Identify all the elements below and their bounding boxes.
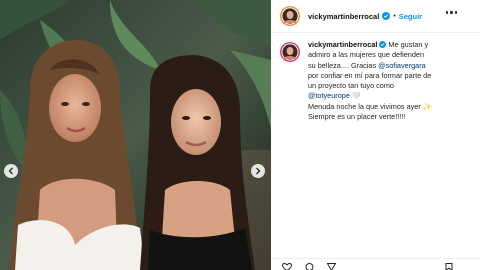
caption-line: admiro a las mujeres que defienden (308, 50, 425, 60)
verified-icon (379, 41, 387, 48)
verified-icon (382, 12, 391, 20)
comment-icon[interactable] (305, 263, 314, 270)
more-options-icon[interactable] (445, 11, 457, 14)
caption-line: Me gustan y (388, 40, 429, 49)
caption-line: Siempre es un placer verte!!!!! (308, 112, 406, 122)
chevron-right-icon (256, 167, 261, 175)
caption-avatar[interactable] (280, 42, 300, 62)
share-icon[interactable] (327, 263, 336, 270)
caption-line: su belleza.... Gracias (308, 60, 377, 70)
heart-icon[interactable] (282, 263, 292, 270)
post-image (0, 0, 271, 270)
caption-text: vickymartinberrocal Me gustan y admiro a… (308, 40, 475, 122)
carousel-prev-button[interactable] (4, 164, 18, 178)
caption-username[interactable]: vickymartinberrocal (308, 40, 377, 49)
action-bar (271, 258, 480, 270)
chevron-left-icon (8, 167, 13, 175)
carousel-next-button[interactable] (251, 164, 265, 178)
bookmark-icon[interactable] (445, 263, 453, 270)
separator-dot: • (393, 12, 396, 20)
mention-link[interactable]: @totyeurope (308, 91, 350, 100)
post-photo (0, 0, 271, 270)
post-sidebar: vickymartinberrocal • Seguir vickymartin… (271, 0, 480, 270)
white-heart-emoji: 🤍 (351, 91, 362, 101)
caption-line: un proyecto tan tuyo como (308, 81, 394, 91)
sparkles-emoji: ✨ (422, 101, 432, 111)
follow-button[interactable]: Seguir (399, 12, 422, 21)
caption-line: Menuda noche la que vivimos ayer (308, 101, 421, 111)
avatar[interactable] (280, 6, 300, 26)
header-username[interactable]: vickymartinberrocal (308, 12, 379, 21)
post-header: vickymartinberrocal • Seguir (271, 0, 480, 33)
mention-link[interactable]: @sofiavergara (378, 61, 426, 70)
post-caption: vickymartinberrocal Me gustan y admiro a… (280, 40, 475, 122)
caption-line: por confiar en mí para formar parte de (308, 70, 432, 80)
